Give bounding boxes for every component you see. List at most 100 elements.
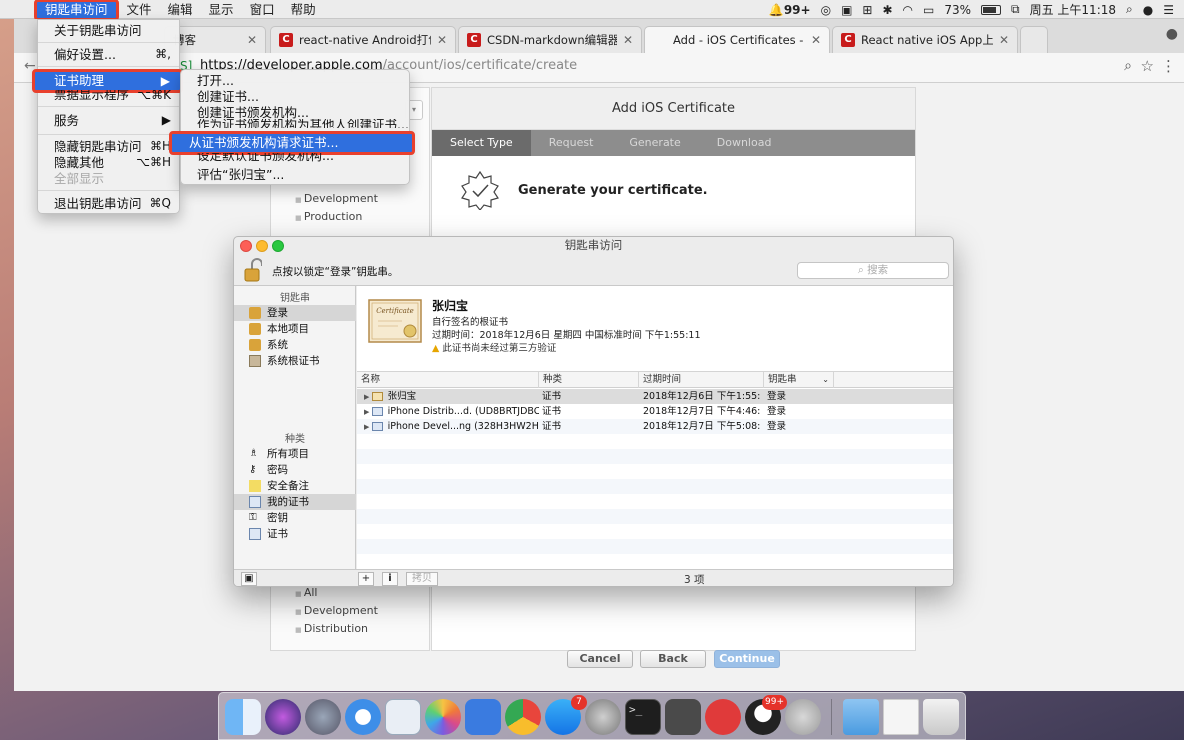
- notification-bell-icon[interactable]: 🔔99+: [769, 3, 811, 17]
- keychain-search-input[interactable]: ⌕ 搜索: [797, 262, 949, 279]
- notification-center-icon[interactable]: ☰: [1163, 3, 1174, 17]
- table-row[interactable]: ▶ 张归宝 证书 2018年12月6日 下午1:55:11 登录: [357, 389, 953, 404]
- submenu-set-default-ca[interactable]: 设定默认证书颁发机构...: [181, 153, 409, 163]
- category-certificates[interactable]: 证书: [234, 526, 356, 542]
- close-tab-icon[interactable]: ✕: [437, 33, 447, 47]
- keychain-login[interactable]: 登录: [234, 305, 356, 321]
- battery-percent[interactable]: 73%: [944, 3, 971, 17]
- add-item-icon[interactable]: +: [358, 572, 374, 586]
- table-row[interactable]: ▶ iPhone Distrib...d. (UD8BRTJDBC) 证书 20…: [357, 404, 953, 419]
- disclosure-triangle-icon[interactable]: ▶: [364, 423, 372, 431]
- submenu-create-certificate[interactable]: 创建证书...: [181, 88, 409, 105]
- column-name[interactable]: 名称: [357, 372, 539, 388]
- menu-edit[interactable]: 编辑: [160, 0, 201, 19]
- unlocked-lock-icon[interactable]: [244, 258, 262, 282]
- sidebar-link-all[interactable]: All: [295, 586, 318, 599]
- menu-about[interactable]: 关于钥匙串访问: [38, 22, 179, 39]
- new-tab-button[interactable]: [1020, 26, 1048, 53]
- menu-preferences[interactable]: 偏好设置... ⌘,: [38, 46, 179, 63]
- menu-ticket-viewer[interactable]: 票据显示程序 ⌥⌘K: [38, 90, 179, 100]
- cancel-button[interactable]: Cancel: [567, 650, 633, 668]
- input-method-icon[interactable]: ⊞: [862, 3, 872, 17]
- category-keys[interactable]: ⚿ 密钥: [234, 510, 356, 526]
- appstore-icon[interactable]: 7: [545, 695, 587, 735]
- photos-icon[interactable]: [425, 699, 461, 735]
- keychain-access-icon[interactable]: [785, 699, 821, 735]
- menu-view[interactable]: 显示: [201, 0, 242, 19]
- menu-file[interactable]: 文件: [119, 0, 160, 19]
- tab-react-native-ios[interactable]: C React native iOS App上架流程 ✕: [832, 26, 1018, 53]
- preview-icon[interactable]: [385, 699, 421, 735]
- menu-keychain-access[interactable]: 钥匙串访问: [34, 0, 119, 21]
- sidebar-link-development[interactable]: Development: [295, 192, 378, 205]
- creative-cloud-icon[interactable]: ◎: [821, 3, 831, 17]
- sidebar-link-production[interactable]: Production: [295, 210, 363, 223]
- airplay-icon[interactable]: ▭: [923, 3, 934, 17]
- qq-icon[interactable]: 99+: [745, 695, 787, 735]
- keynote-icon[interactable]: [465, 699, 501, 735]
- chrome-icon[interactable]: [505, 699, 541, 735]
- category-passwords[interactable]: ⚷ 密码: [234, 462, 356, 478]
- document-icon[interactable]: [883, 699, 919, 735]
- copy-button[interactable]: 拷贝: [406, 572, 438, 586]
- minimize-window-icon[interactable]: [256, 240, 268, 252]
- safari-icon[interactable]: [345, 699, 381, 735]
- menu-quit[interactable]: 退出钥匙串访问 ⌘Q: [38, 195, 179, 212]
- keychain-system-roots[interactable]: 系统根证书: [234, 353, 356, 369]
- menu-hide-others[interactable]: 隐藏其他 ⌥⌘H: [38, 154, 179, 171]
- submenu-evaluate[interactable]: 评估“张归宝”...: [181, 166, 409, 183]
- app-status-icon[interactable]: ⧉: [1011, 2, 1020, 17]
- zoom-icon[interactable]: ⌕: [1124, 58, 1132, 74]
- submenu-create-for-others[interactable]: 作为证书颁发机构为其他人创建证书...: [181, 119, 409, 128]
- close-tab-icon[interactable]: ✕: [623, 33, 633, 47]
- user-avatar-icon[interactable]: ●: [1143, 3, 1153, 17]
- terminal-icon[interactable]: >_: [625, 699, 661, 735]
- clock[interactable]: 周五 上午11:18: [1030, 1, 1116, 18]
- category-secure-notes[interactable]: 安全备注: [234, 478, 356, 494]
- netease-music-icon[interactable]: [705, 699, 741, 735]
- sublime-icon[interactable]: [665, 699, 701, 735]
- disclosure-triangle-icon[interactable]: ▶: [364, 408, 372, 416]
- profile-icon[interactable]: ●: [1166, 26, 1178, 42]
- menu-services[interactable]: 服务 ▶: [38, 112, 179, 129]
- category-all-items[interactable]: ♗ 所有项目: [234, 446, 356, 462]
- tab-apple-certificates[interactable]: Add - iOS Certificates - Apple ✕: [644, 26, 830, 53]
- sidebar-link-development-2[interactable]: Development: [295, 604, 378, 617]
- submenu-request-from-ca[interactable]: 从证书颁发机构请求证书...: [169, 131, 415, 155]
- finder-icon[interactable]: [225, 699, 261, 735]
- folder-icon[interactable]: [843, 699, 879, 735]
- siri-icon[interactable]: [265, 699, 301, 735]
- close-window-icon[interactable]: [240, 240, 252, 252]
- menu-window[interactable]: 窗口: [242, 0, 283, 19]
- disclosure-triangle-icon[interactable]: ▶: [364, 393, 372, 401]
- submenu-open[interactable]: 打开...: [181, 72, 409, 89]
- menu-help[interactable]: 帮助: [283, 0, 324, 19]
- column-kind[interactable]: 种类: [539, 372, 639, 388]
- column-expires[interactable]: 过期时间: [639, 372, 764, 388]
- zoom-window-icon[interactable]: [272, 240, 284, 252]
- sidebar-link-distribution[interactable]: Distribution: [295, 622, 368, 635]
- keychain-local-items[interactable]: 本地项目: [234, 321, 356, 337]
- launchpad-icon[interactable]: [305, 699, 341, 735]
- close-tab-icon[interactable]: ✕: [999, 33, 1009, 47]
- spotlight-icon[interactable]: ⌕: [1126, 2, 1133, 17]
- continue-button[interactable]: Continue: [714, 650, 780, 668]
- tab-react-native-android[interactable]: C react-native Android打包apk - ✕: [270, 26, 456, 53]
- browser-menu-icon[interactable]: ⋮: [1161, 57, 1176, 75]
- column-keychain[interactable]: 钥匙串 ⌄: [764, 372, 834, 388]
- back-button[interactable]: Back: [640, 650, 706, 668]
- keychain-system[interactable]: 系统: [234, 337, 356, 353]
- bluetooth-icon[interactable]: ✱: [882, 3, 892, 17]
- close-tab-icon[interactable]: ✕: [811, 33, 821, 47]
- toggle-sidebar-icon[interactable]: ▣: [241, 572, 257, 586]
- trash-icon[interactable]: [923, 699, 959, 735]
- system-preferences-icon[interactable]: [585, 699, 621, 735]
- close-tab-icon[interactable]: ✕: [247, 33, 257, 47]
- category-my-certificates[interactable]: 我的证书: [234, 494, 356, 510]
- battery-icon[interactable]: [981, 4, 1002, 15]
- bookmark-star-icon[interactable]: ☆: [1141, 57, 1154, 75]
- status-app-icon[interactable]: ▣: [841, 3, 852, 17]
- wifi-icon[interactable]: ◠: [903, 3, 913, 17]
- menu-hide-keychain[interactable]: 隐藏钥匙串访问 ⌘H: [38, 138, 179, 155]
- tab-csdn-markdown[interactable]: C CSDN-markdown编辑器 ✕: [458, 26, 642, 53]
